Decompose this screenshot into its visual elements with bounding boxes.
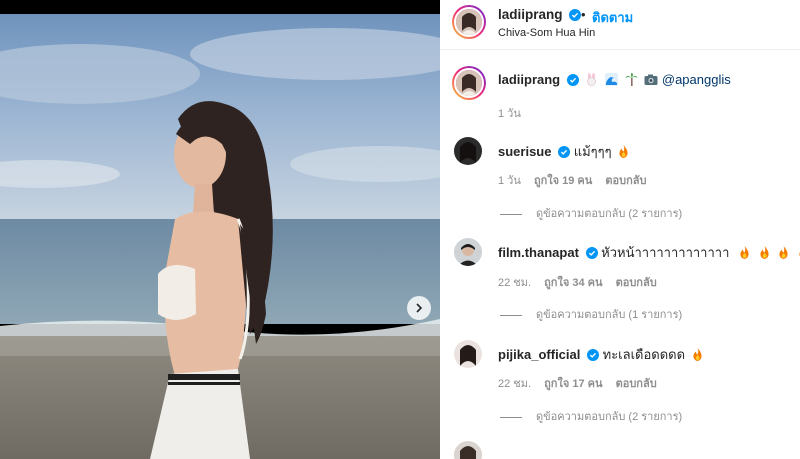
chevron-right-icon [416, 303, 423, 313]
rabbit-icon [587, 73, 597, 86]
commenter-avatar[interactable] [454, 238, 482, 266]
avatar-image [454, 340, 482, 368]
wave-icon [605, 73, 618, 86]
beach-photo-image [0, 14, 440, 459]
commenter-avatar[interactable] [454, 340, 482, 368]
verified-badge-icon [558, 146, 571, 158]
avatar-image [454, 441, 482, 459]
post-photo[interactable] [0, 14, 440, 459]
fire-icon [760, 246, 769, 259]
verified-badge-icon [566, 74, 579, 86]
caption-mention-link[interactable]: @apangglis [662, 72, 731, 87]
next-image-button[interactable] [407, 296, 431, 320]
reply-button[interactable]: ตอบกลับ [616, 378, 657, 390]
location-link[interactable]: Chiva-Som Hua Hin [498, 27, 595, 39]
author-avatar[interactable] [452, 5, 486, 39]
caption-author-avatar[interactable] [452, 66, 486, 100]
reply-button[interactable]: ตอบกลับ [616, 277, 657, 289]
avatar-image [456, 9, 482, 35]
replies-divider-line [500, 416, 522, 418]
view-replies-label: ดูข้อความตอบกลับ (1 รายการ) [536, 309, 683, 321]
avatar-image [454, 238, 482, 266]
reply-button[interactable]: ตอบกลับ [605, 175, 646, 187]
fire-icon [619, 145, 628, 158]
comment-time[interactable]: 22 ชม. [498, 277, 531, 289]
replies-divider-line [500, 314, 522, 316]
commenter-avatar[interactable] [454, 137, 482, 165]
top-black-bar [0, 0, 440, 14]
comment-likes[interactable]: ถูกใจ 17 คน [544, 378, 602, 390]
verified-badge-icon [585, 247, 598, 259]
view-replies-label: ดูข้อความตอบกลับ (2 รายการ) [536, 208, 683, 220]
verified-badge-icon [569, 9, 582, 21]
comment-time[interactable]: 1 วัน [498, 175, 521, 187]
comment-text: ทะเลเดือดดดด [602, 347, 686, 362]
view-replies-button[interactable]: ดูข้อความตอบกลับ (2 รายการ) [500, 407, 682, 425]
fire-icon [740, 246, 749, 259]
caption-username[interactable]: ladiiprang [498, 72, 560, 87]
comment-username[interactable]: pijika_official [498, 347, 580, 362]
verified-badge-icon [587, 349, 599, 361]
camera-icon [644, 74, 658, 85]
comment-likes[interactable]: ถูกใจ 19 คน [534, 175, 592, 187]
follow-button[interactable]: ติดตาม [592, 7, 633, 28]
comment-text: หัวหน้าาาาาาาาาาาาา [601, 245, 730, 260]
separator-dot: • [581, 7, 586, 22]
comment-username[interactable]: film.thanapat [498, 245, 579, 260]
replies-divider-line [500, 213, 522, 215]
post-details-panel: ladiiprang • ติดตาม Chiva-Som Hua Hin la… [440, 0, 800, 459]
comment-text: แม้ๆๆๆ [573, 144, 612, 159]
comment-time[interactable]: 22 ชม. [498, 378, 531, 390]
post-header: ladiiprang • ติดตาม Chiva-Som Hua Hin [440, 0, 800, 50]
view-replies-button[interactable]: ดูข้อความตอบกลับ (2 รายการ) [500, 204, 682, 222]
view-replies-button[interactable]: ดูข้อความตอบกลับ (1 รายการ) [500, 305, 682, 323]
caption-time[interactable]: 1 วัน [498, 108, 521, 120]
comment-likes[interactable]: ถูกใจ 34 คน [544, 277, 602, 289]
avatar-image [456, 70, 482, 96]
view-replies-label: ดูข้อความตอบกลับ (2 รายการ) [536, 411, 683, 423]
avatar-image [454, 137, 482, 165]
palm-tree-icon [625, 73, 638, 86]
author-username[interactable]: ladiiprang [498, 7, 563, 22]
fire-icon [779, 246, 788, 259]
fire-icon [693, 348, 702, 361]
commenter-avatar[interactable] [454, 441, 482, 459]
comment-username[interactable]: suerisue [498, 144, 551, 159]
